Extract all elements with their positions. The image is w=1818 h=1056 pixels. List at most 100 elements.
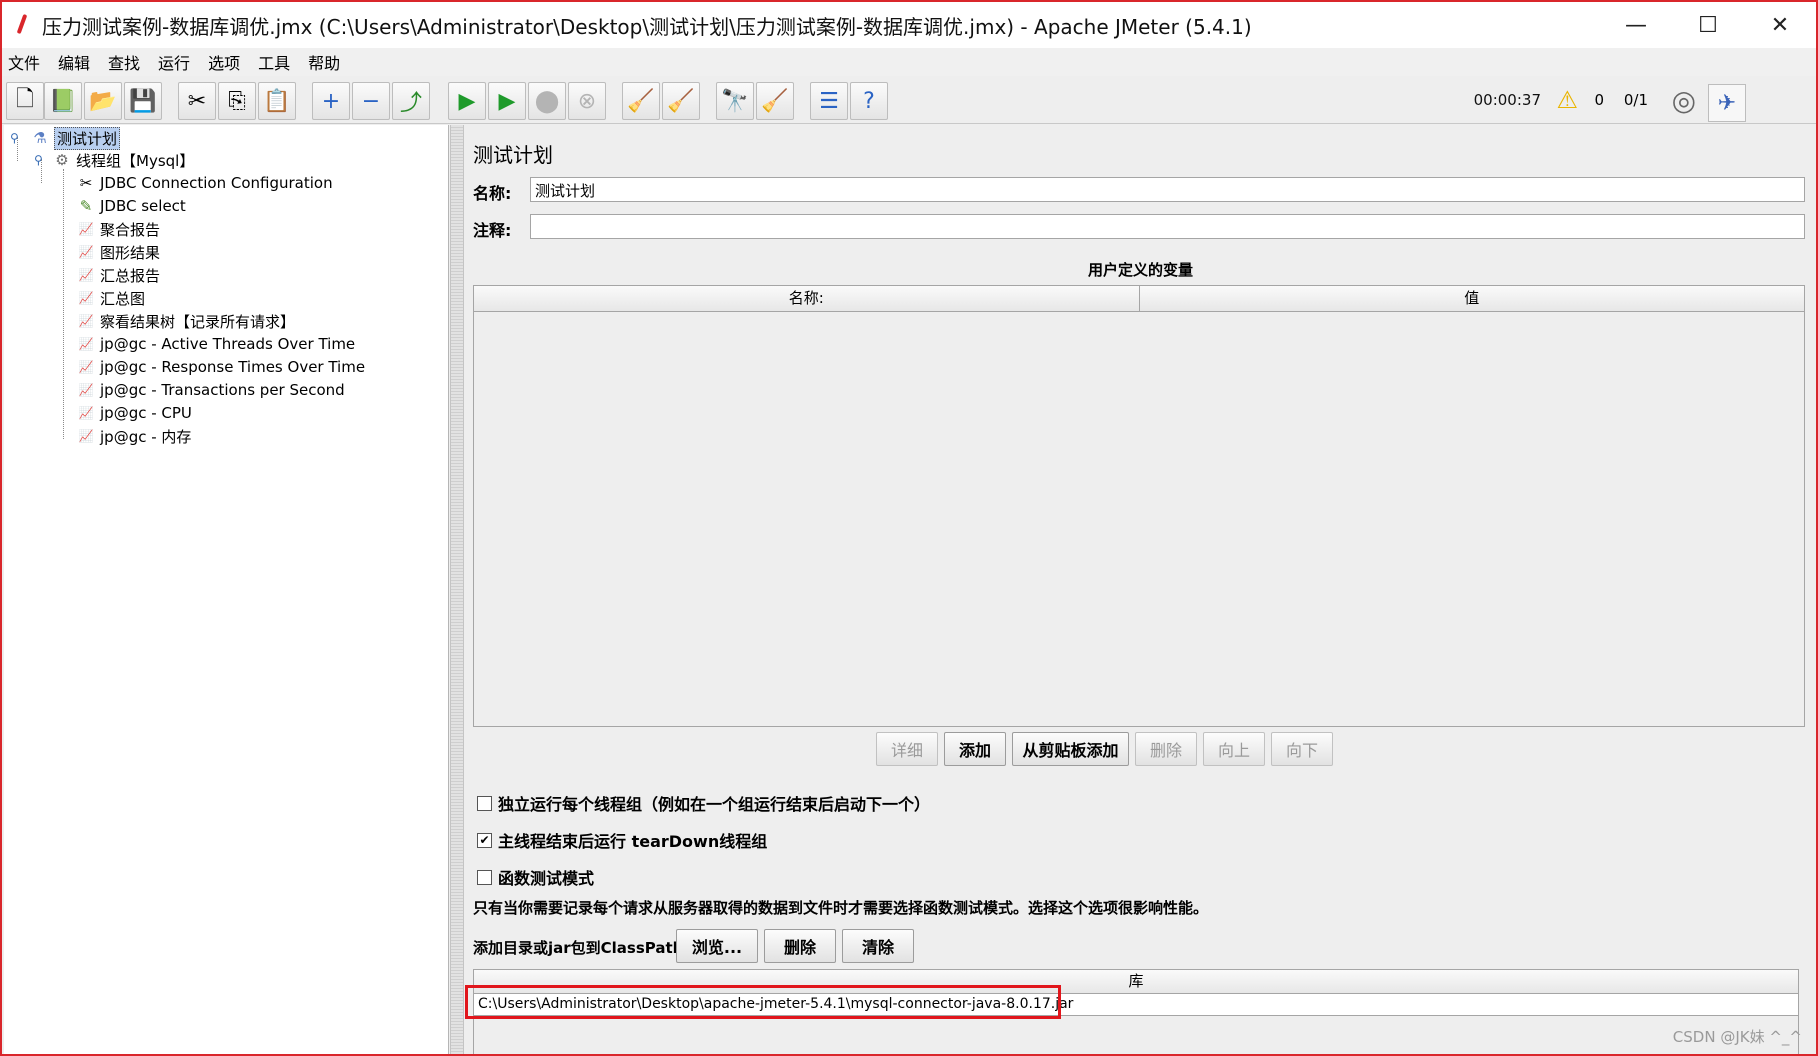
menu-file[interactable]: 文件 (8, 50, 40, 74)
menu-search[interactable]: 查找 (108, 50, 140, 74)
teardown-label: 主线程结束后运行 tearDown线程组 (498, 832, 768, 851)
add-button[interactable]: 添加 (944, 732, 1006, 766)
toggle-icon[interactable]: ⤴ (392, 82, 430, 120)
listener-chart-icon: 📈 (78, 406, 94, 420)
reset-search-icon[interactable]: 🧹 (756, 82, 794, 120)
open-folder-icon[interactable]: 📂 (84, 82, 122, 120)
tree-item-memory[interactable]: 📈 jp@gc - 内存 (76, 425, 192, 447)
comment-input[interactable] (530, 214, 1805, 239)
functional-mode-checkbox[interactable] (477, 869, 492, 885)
user-vars-title: 用户定义的变量 (1087, 261, 1193, 279)
tree-item-view-results-tree[interactable]: 📈 察看结果树【记录所有请求】 (76, 310, 296, 332)
listener-chart-icon: 📈 (78, 360, 94, 374)
tree-item-thread-group[interactable]: ⚙ 线程组【Mysql】 (52, 149, 194, 171)
sampler-pen-icon: ✎ (79, 197, 93, 215)
jmeter-feather-icon (8, 2, 38, 48)
move-down-button[interactable]: 向下 (1271, 732, 1333, 766)
tree-item-cpu[interactable]: 📈 jp@gc - CPU (76, 402, 192, 424)
tree-item-graph-results[interactable]: 📈 图形结果 (76, 241, 161, 263)
tree-item-label: 线程组【Mysql】 (76, 151, 195, 170)
tree-toggle-group-icon[interactable]: ⚲ (34, 153, 43, 167)
tree-item-jdbc-config[interactable]: ✂ JDBC Connection Configuration (76, 172, 333, 194)
clear-icon[interactable]: 🧹 (622, 82, 660, 120)
menu-edit[interactable]: 编辑 (58, 50, 90, 74)
tree-item-summary-report[interactable]: 📈 汇总报告 (76, 264, 161, 286)
new-file-icon[interactable]: 🗋 (6, 82, 44, 120)
red-highlight-annotation (465, 985, 1061, 1019)
tree-item-aggregate-report[interactable]: 📈 聚合报告 (76, 218, 161, 240)
function-helper-icon[interactable]: ☰ (810, 82, 848, 120)
close-button[interactable]: ✕ (1744, 2, 1816, 48)
listener-chart-icon: 📈 (78, 314, 94, 328)
tree-item-active-threads[interactable]: 📈 jp@gc - Active Threads Over Time (76, 333, 356, 355)
tree-item-label: JDBC select (100, 197, 186, 215)
watermark: CSDN @JK妹 ^_^ (1672, 1028, 1802, 1046)
warning-icon[interactable]: ⚠ (1556, 86, 1578, 114)
name-input[interactable]: 测试计划 (530, 177, 1805, 202)
title-bar: 压力测试案例-数据库调优.jmx (C:\Users\Administrator… (2, 2, 1816, 48)
shutdown-icon[interactable]: ⊗ (568, 82, 606, 120)
tree-item-label: 聚合报告 (100, 220, 161, 239)
tree-item-label: jp@gc - Transactions per Second (100, 381, 345, 399)
tree-item-tps[interactable]: 📈 jp@gc - Transactions per Second (76, 379, 345, 401)
listener-chart-icon: 📈 (78, 245, 94, 259)
tree-item-response-times[interactable]: 📈 jp@gc - Response Times Over Time (76, 356, 366, 378)
menu-options[interactable]: 选项 (208, 50, 240, 74)
copy-icon[interactable]: ⎘ (218, 82, 256, 120)
move-up-button[interactable]: 向上 (1203, 732, 1265, 766)
tree-item-label: jp@gc - CPU (100, 404, 192, 422)
add-from-clipboard-button[interactable]: 从剪贴板添加 (1012, 732, 1129, 766)
stop-icon[interactable]: ⬤ (528, 82, 566, 120)
classpath-label: 添加目录或jar包到ClassPath (473, 939, 684, 957)
independent-groups-option[interactable]: 独立运行每个线程组（例如在一个组运行结束后启动下一个） (477, 791, 930, 815)
tree-item-label: jp@gc - Response Times Over Time (100, 358, 366, 376)
independent-groups-checkbox[interactable] (477, 795, 492, 811)
minimize-button[interactable]: — (1600, 2, 1672, 48)
tree-item-label: 汇总图 (100, 289, 146, 308)
menu-tools[interactable]: 工具 (258, 50, 290, 74)
search-binoculars-icon[interactable]: 🔭 (716, 82, 754, 120)
tree-toggle-plan-icon[interactable]: ⚲ (10, 131, 19, 145)
start-no-pause-icon[interactable]: ▶ (488, 82, 526, 120)
elapsed-time: 00:00:37 (1473, 91, 1541, 109)
tree-item-test-plan[interactable]: ⚗ 测试计划 (30, 126, 121, 150)
delete-classpath-button[interactable]: 删除 (764, 929, 836, 963)
maximize-button[interactable]: ☐ (1672, 2, 1744, 48)
collapse-all-icon[interactable]: − (352, 82, 390, 120)
cut-icon[interactable]: ✂ (178, 82, 216, 120)
name-label: 名称: (473, 184, 512, 203)
teardown-checkbox[interactable]: ✔ (477, 832, 492, 848)
active-threads: 0/1 (1623, 91, 1648, 109)
config-tools-icon: ✂ (79, 174, 93, 192)
clear-classpath-button[interactable]: 清除 (842, 929, 914, 963)
jmeter-logo-icon: ✈ (1708, 84, 1746, 122)
delete-var-button[interactable]: 删除 (1135, 732, 1197, 766)
split-pane-divider[interactable] (450, 125, 464, 1054)
templates-icon[interactable]: 📗 (44, 82, 82, 120)
tree-item-summary-graph[interactable]: 📈 汇总图 (76, 287, 146, 309)
save-icon[interactable]: 💾 (124, 82, 162, 120)
menu-help[interactable]: 帮助 (308, 50, 340, 74)
browse-button[interactable]: 浏览... (676, 929, 758, 963)
functional-mode-label: 函数测试模式 (498, 869, 595, 888)
thread-group-icon: ⚙ (55, 151, 69, 169)
tree-item-label: 汇总报告 (100, 266, 161, 285)
listener-chart-icon: 📈 (78, 383, 94, 397)
menu-run[interactable]: 运行 (158, 50, 190, 74)
tree-item-label: 测试计划 (54, 126, 121, 150)
detail-button[interactable]: 详细 (876, 732, 938, 766)
listener-chart-icon: 📈 (78, 429, 94, 443)
clear-all-icon[interactable]: 🧹 (662, 82, 700, 120)
remote-status-icon: ◎ (1671, 84, 1696, 117)
expand-all-icon[interactable]: + (312, 82, 350, 120)
user-vars-table[interactable]: 名称: 值 (473, 285, 1805, 727)
functional-mode-option[interactable]: 函数测试模式 (477, 865, 594, 889)
column-header-name[interactable]: 名称: (474, 286, 1139, 311)
teardown-option[interactable]: ✔ 主线程结束后运行 tearDown线程组 (477, 828, 767, 852)
column-header-value[interactable]: 值 (1138, 286, 1805, 311)
start-icon[interactable]: ▶ (448, 82, 486, 120)
help-icon[interactable]: ? (850, 82, 888, 120)
tree-item-jdbc-select[interactable]: ✎ JDBC select (76, 195, 186, 217)
window-controls: — ☐ ✕ (1600, 2, 1816, 48)
paste-icon[interactable]: 📋 (258, 82, 296, 120)
